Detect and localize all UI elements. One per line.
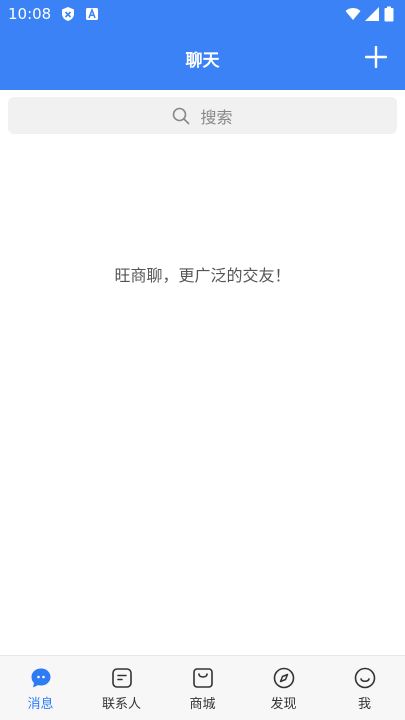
tab-discover-label: 发现 <box>270 697 297 712</box>
status-bar: 10:08 <box>0 0 405 28</box>
tab-me[interactable]: 我 <box>324 656 405 720</box>
bottom-tab-bar: 消息 联系人 商城 发现 我 <box>0 655 405 720</box>
tab-mall[interactable]: 商城 <box>162 656 243 720</box>
chat-bubble-icon <box>31 668 50 688</box>
wifi-icon <box>345 8 361 20</box>
signal-icon <box>365 7 379 21</box>
tab-messages[interactable]: 消息 <box>0 656 81 720</box>
a-notification-icon <box>86 7 98 20</box>
tab-mall-label: 商城 <box>189 697 216 712</box>
tab-messages-label: 消息 <box>27 697 54 712</box>
smiley-icon <box>354 667 375 689</box>
status-time: 10:08 <box>8 5 52 23</box>
search-placeholder: 搜索 <box>200 107 233 127</box>
empty-state-message: 旺商聊，更广泛的交友！ <box>114 266 291 285</box>
page-title: 聊天 <box>185 51 220 71</box>
app-header: 10:08 聊天 <box>0 0 405 90</box>
tab-contacts[interactable]: 联系人 <box>81 656 162 720</box>
tab-me-label: 我 <box>357 697 371 712</box>
title-bar: 聊天 <box>0 38 405 78</box>
tab-discover[interactable]: 发现 <box>243 656 324 720</box>
shopping-bag-icon <box>192 668 213 688</box>
contacts-icon <box>111 668 132 688</box>
battery-icon <box>384 6 394 22</box>
shield-notification-icon <box>62 7 74 21</box>
search-input[interactable]: 搜索 <box>8 97 397 134</box>
plus-icon[interactable] <box>365 46 387 68</box>
compass-icon <box>273 667 294 689</box>
tab-contacts-label: 联系人 <box>101 697 141 712</box>
search-icon <box>173 107 190 124</box>
